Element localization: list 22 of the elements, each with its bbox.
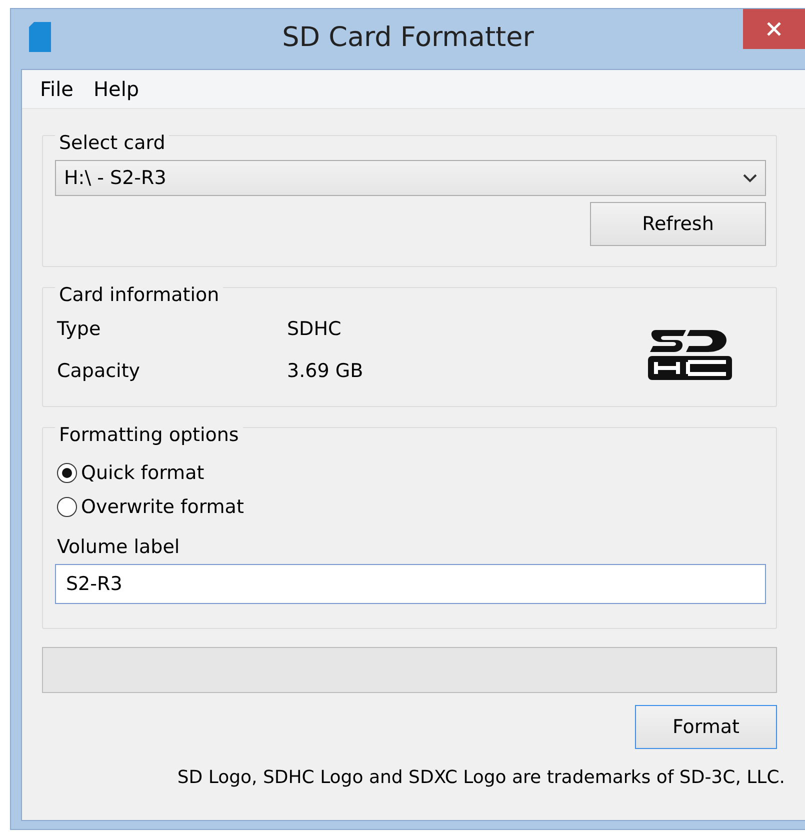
info-label: Type (57, 318, 102, 340)
refresh-button[interactable]: Refresh (590, 202, 766, 246)
trademark-note: SD Logo, SDHC Logo and SDXC Logo are trademarks of SD-3C, LLC. (176, 767, 785, 788)
menu-item[interactable]: Help (93, 77, 140, 101)
info-value: SDHC (287, 318, 342, 340)
radio-button[interactable] (57, 463, 77, 483)
info-label: Capacity (57, 360, 142, 382)
chevron-down-icon (743, 173, 757, 183)
close-icon (766, 21, 782, 37)
format-button[interactable]: Format (635, 705, 777, 749)
window-title: SD Card Formatter (281, 22, 535, 52)
card-dropdown[interactable]: H:\ - S2-R3 (55, 160, 766, 196)
sd-card-icon (29, 22, 51, 52)
info-value: 3.69 GB (287, 360, 364, 382)
radio-label[interactable]: Quick format (81, 462, 204, 484)
volume-label-field[interactable]: S2-R3 (55, 564, 766, 604)
menu-item[interactable]: File (40, 77, 74, 101)
group-title: Formatting options (55, 424, 243, 446)
field-label: Volume label (57, 536, 181, 558)
radio-label[interactable]: Overwrite format (81, 496, 244, 518)
radio-button[interactable] (57, 497, 77, 517)
close-button[interactable] (743, 9, 805, 49)
